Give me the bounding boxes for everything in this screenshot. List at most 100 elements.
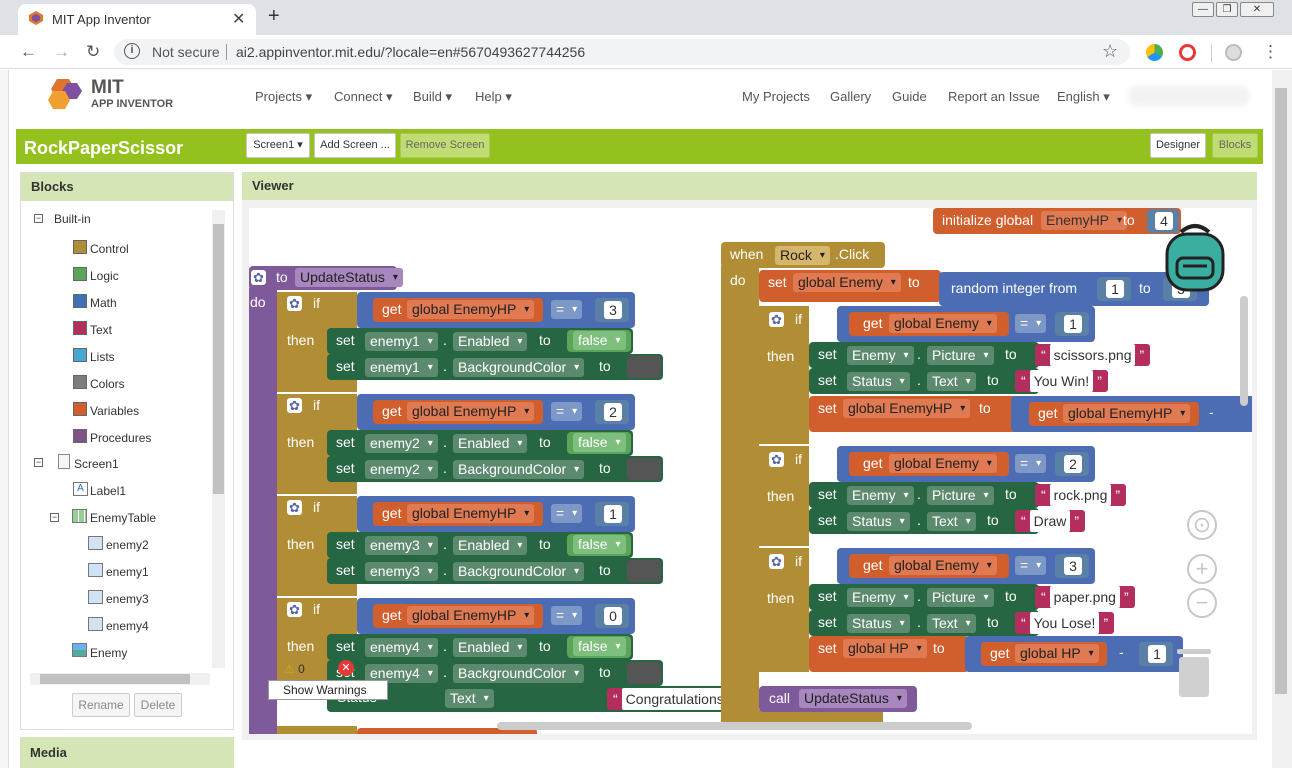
window-close-button[interactable]: ✕ [1240,2,1274,17]
workspace-hscroll[interactable] [497,722,972,730]
component-dd[interactable]: enemy3 [365,562,438,581]
component-dd[interactable]: enemy2 [365,434,438,453]
account-email-redacted[interactable] [1128,86,1250,106]
global-enemyhp-dd[interactable]: global EnemyHP [1063,404,1191,423]
drawer-variables[interactable]: Variables [90,404,139,418]
call-procedure-block[interactable]: call UpdateStatus [759,686,917,712]
zoom-in-icon[interactable]: + [1187,554,1217,584]
tree-enemy1[interactable]: enemy1 [106,565,149,579]
compare-block[interactable]: get global EnemyHP = 0 [357,598,635,634]
property-dd[interactable]: BackgroundColor [453,358,585,377]
get-global-enemyhp-block[interactable]: get global EnemyHP [1029,402,1199,426]
status-string[interactable]: “Draw” [1015,510,1086,532]
minus-value[interactable]: 1 [1148,645,1166,663]
equals-dd[interactable]: = [551,300,583,319]
bookmark-star-icon[interactable]: ☆ [1102,41,1118,62]
drawer-lists[interactable]: Lists [90,350,115,364]
blocks-workspace[interactable]: initialize global EnemyHP to 4 ✿ to Upda… [249,208,1252,734]
rand-from-block[interactable]: 1 [1097,277,1131,301]
tree-builtin[interactable]: Built-in [54,212,91,226]
page-scrollbar[interactable] [1272,70,1292,768]
tree-enemy3[interactable]: enemy3 [106,592,149,606]
compare-value-block[interactable]: 3 [1055,554,1089,578]
chrome-menu-icon[interactable]: ⋮ [1262,42,1279,62]
global-enemyhp-dd[interactable]: global EnemyHP [407,300,535,319]
drawer-math[interactable]: Math [90,296,117,310]
global-enemy-dd[interactable]: global Enemy [793,273,901,292]
info-icon[interactable]: i [124,43,140,59]
subtract-block[interactable]: get global EnemyHP - [1011,396,1252,432]
property-dd[interactable]: BackgroundColor [453,562,585,581]
drawer-text[interactable]: Text [90,323,112,337]
extension-icon[interactable] [1146,44,1163,61]
equals-dd[interactable]: = [551,402,583,421]
compare-block[interactable]: get global Enemy = 3 [837,548,1095,584]
set-enabled-block[interactable]: set enemy1 . Enabled to false [327,328,633,354]
recenter-icon[interactable]: ⊙ [1187,510,1217,540]
get-global-enemy-block[interactable]: get global Enemy [849,312,1009,336]
set-global-hp-block[interactable]: set global HP to [809,636,969,672]
url-text[interactable]: ai2.appinventor.mit.edu/?locale=en#56704… [236,44,585,60]
compare-value[interactable]: 3 [604,301,622,319]
compare-value[interactable]: 1 [1064,315,1082,333]
set-picture-block[interactable]: set Enemy . Picture to “rock.png” [809,482,1127,508]
rename-button[interactable]: Rename [72,693,130,717]
app-inventor-logo-icon[interactable] [45,77,85,111]
mutator-gear-icon[interactable]: ✿ [769,554,784,569]
global-hp-dd[interactable]: global HP [843,639,927,658]
compare-value[interactable]: 1 [604,505,622,523]
image-string[interactable]: “rock.png” [1035,484,1127,506]
property-dd[interactable]: Picture [927,346,994,365]
property-dd[interactable]: Picture [927,588,994,607]
global-enemyhp-dd[interactable]: global EnemyHP [407,504,535,523]
status-prop-dd[interactable]: Text [445,689,494,708]
trash-icon[interactable] [1175,645,1213,699]
reload-icon[interactable]: ↻ [86,42,100,62]
opera-extension-icon[interactable] [1179,44,1196,61]
minus-value-block[interactable]: 1 [1139,642,1173,666]
equals-dd[interactable]: = [551,606,583,625]
set-bgcolor-block[interactable]: set enemy1 . BackgroundColor to [327,354,663,380]
mutator-gear-icon[interactable]: ✿ [287,398,302,413]
designer-button[interactable]: Designer [1150,133,1206,158]
component-dd[interactable]: Status [847,372,910,391]
get-global-enemyhp-block[interactable]: get global EnemyHP [373,502,543,526]
status-text[interactable]: You Win! [1029,370,1094,392]
set-picture-block[interactable]: set Enemy . Picture to “scissors.png” [809,342,1151,368]
menu-projects[interactable]: Projects ▾ [255,89,312,105]
global-enemyhp-dd[interactable]: global EnemyHP [843,399,971,418]
event-body[interactable]: do [721,266,759,716]
false-dd[interactable]: false [573,331,626,350]
tab-close-icon[interactable]: ✕ [232,9,245,29]
global-hp-dd[interactable]: global HP [1015,644,1099,663]
tree-enemy4[interactable]: enemy4 [106,619,149,633]
zoom-out-icon[interactable]: − [1187,588,1217,618]
property-dd[interactable]: Text [927,512,976,531]
init-global-name[interactable]: EnemyHP [1041,211,1128,230]
compare-block[interactable]: get global Enemy = 2 [837,446,1095,482]
workspace-vscroll[interactable] [1240,296,1248,406]
compare-value-block[interactable]: 2 [1055,452,1089,476]
set-bgcolor-block[interactable]: set enemy2 . BackgroundColor to [327,456,663,482]
property-dd[interactable]: Enabled [453,434,528,453]
init-global-block[interactable]: initialize global EnemyHP to 4 [933,208,1181,234]
set-status-text-block[interactable]: set Status . Text to “Draw” [809,508,1086,534]
get-global-enemyhp-block[interactable]: get global EnemyHP [373,400,543,424]
mutator-gear-icon[interactable]: ✿ [287,602,302,617]
forward-icon[interactable]: → [53,42,70,62]
if-block[interactable]: ✿ if then [759,306,809,444]
property-dd[interactable]: Text [927,614,976,633]
global-enemyhp-dd[interactable]: global EnemyHP [407,402,535,421]
set-enabled-block[interactable]: set enemy3 . Enabled to false [327,532,633,558]
call-name-dd[interactable]: UpdateStatus [799,689,907,708]
menu-build[interactable]: Build ▾ [413,89,452,105]
component-dd[interactable]: enemy4 [365,638,438,657]
status-text[interactable]: You Lose! [1029,612,1100,634]
image-text[interactable]: scissors.png [1049,344,1136,366]
equals-dd[interactable]: = [1015,556,1047,575]
get-global-enemy-block[interactable]: get global Enemy [849,554,1009,578]
component-dd[interactable]: enemy1 [365,332,438,351]
image-string[interactable]: “scissors.png” [1035,344,1151,366]
if-block[interactable]: ✿ if then [759,446,809,546]
remove-screen-button[interactable]: Remove Screen [400,133,490,158]
